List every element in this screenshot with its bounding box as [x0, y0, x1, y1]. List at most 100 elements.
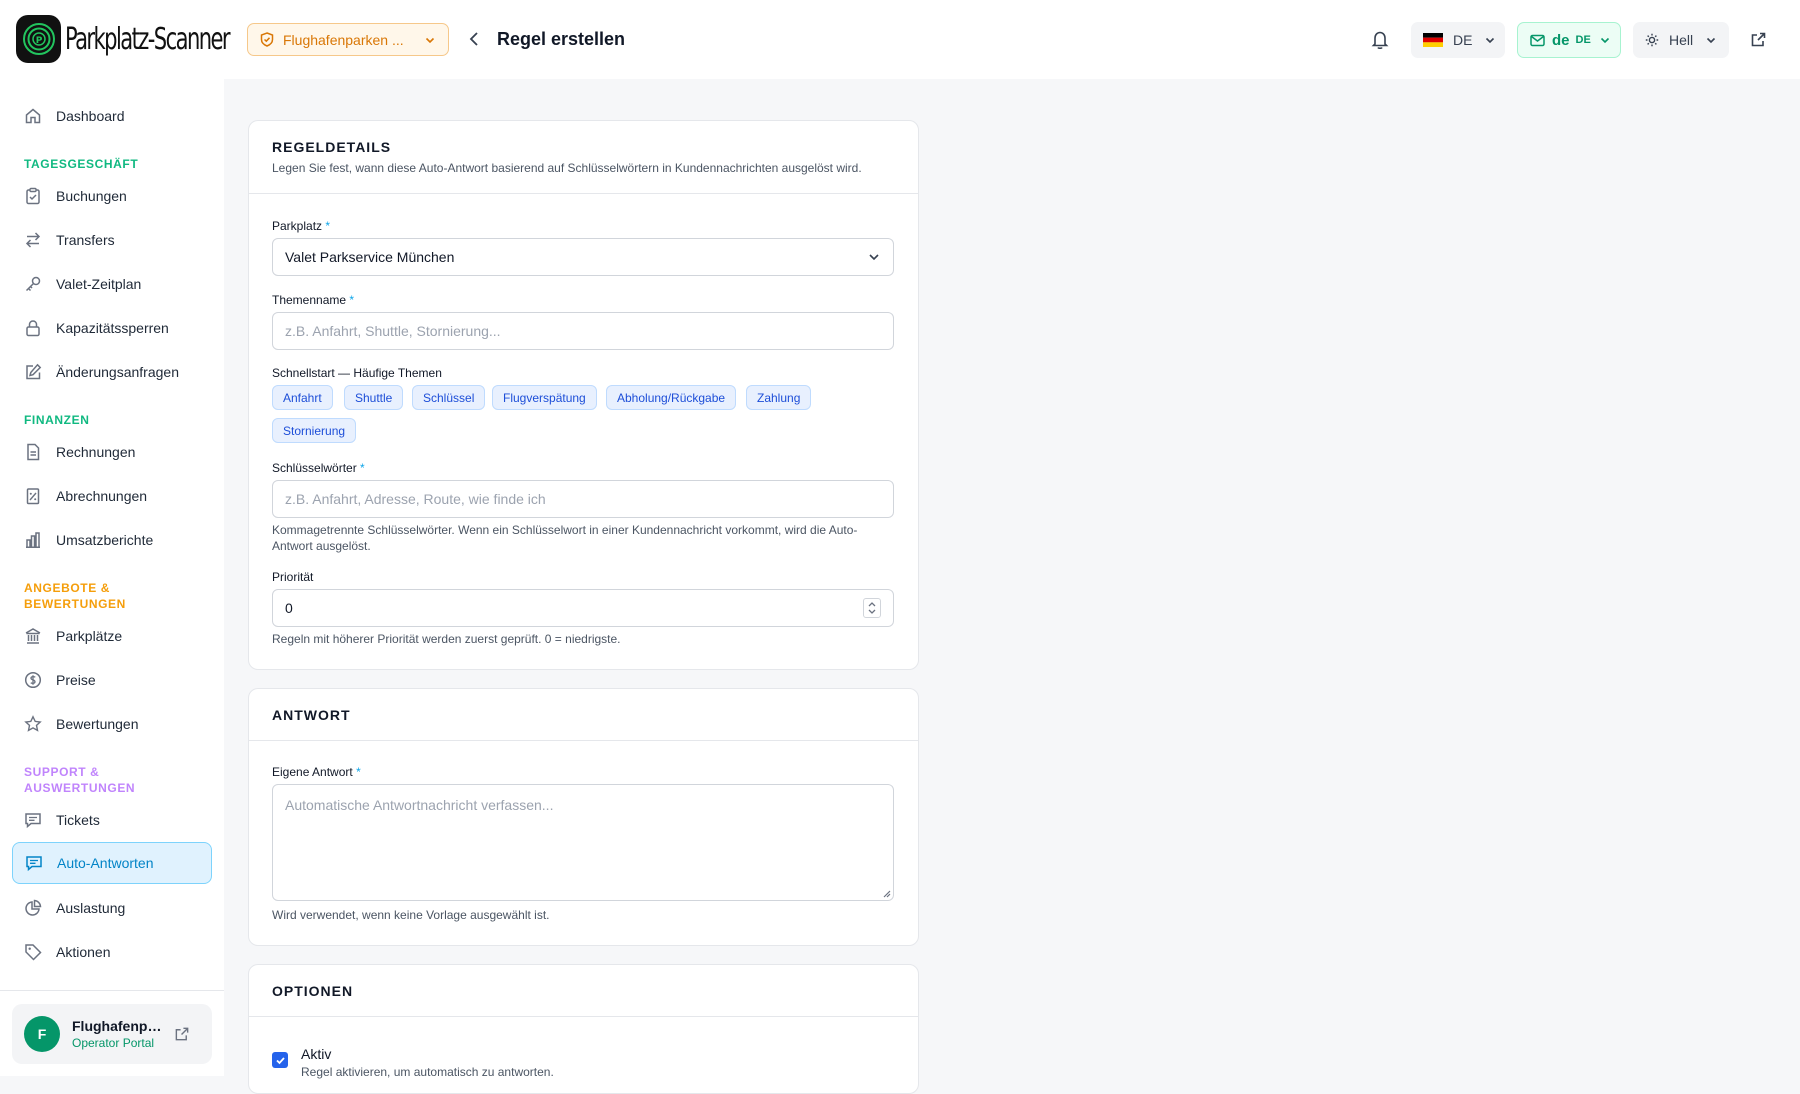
- chat-icon: [25, 854, 43, 872]
- edit-icon: [24, 363, 42, 381]
- topic-placeholder: z.B. Anfahrt, Shuttle, Stornierung...: [285, 323, 501, 339]
- rule-details-title: REGELDETAILS: [272, 139, 392, 155]
- sidebar-item-aktionen[interactable]: Aktionen: [12, 932, 212, 972]
- own-answer-placeholder: Automatische Antwortnachricht verfassen.…: [285, 797, 554, 813]
- language-selector[interactable]: DE: [1411, 22, 1505, 58]
- mail-language-badge: DE: [1575, 34, 1591, 46]
- rule-details-header: REGELDETAILS Legen Sie fest, wann diese …: [249, 121, 918, 194]
- open-external-button[interactable]: [1750, 31, 1767, 48]
- chip-anfahrt[interactable]: Anfahrt: [272, 385, 333, 410]
- external-link-icon: [174, 1026, 190, 1042]
- avatar: F: [24, 1016, 60, 1052]
- svg-text:P: P: [35, 36, 42, 46]
- building-icon: [24, 627, 42, 645]
- chevron-down-icon: [1705, 34, 1717, 46]
- answer-card: ANTWORT Eigene Antwort * Automatische An…: [248, 688, 919, 946]
- section-title-finanzen: FINANZEN: [24, 413, 90, 427]
- sidebar-item-transfers[interactable]: Transfers: [12, 220, 212, 260]
- chevron-left-icon: [466, 30, 482, 48]
- mail-icon: [1530, 34, 1545, 47]
- logo-mark-icon: P: [16, 15, 61, 63]
- language-label: DE: [1453, 32, 1473, 48]
- options-header: OPTIONEN: [249, 965, 918, 1017]
- sidebar-item-bewertungen[interactable]: Bewertungen: [12, 704, 212, 744]
- chevron-down-icon: [424, 34, 436, 46]
- sidebar-item-rechnungen[interactable]: Rechnungen: [12, 432, 212, 472]
- priority-input[interactable]: 0: [272, 589, 894, 627]
- chip-schluessel[interactable]: Schlüssel: [412, 385, 486, 410]
- clipboard-check-icon: [24, 187, 42, 205]
- section-title-angebote: ANGEBOTE & BEWERTUNGEN: [24, 581, 126, 611]
- user-portal-link[interactable]: [174, 1026, 190, 1042]
- location-selector[interactable]: Flughafenparken ...: [247, 23, 449, 56]
- own-answer-help: Wird verwendet, wenn keine Vorlage ausge…: [272, 908, 550, 922]
- back-button[interactable]: [466, 30, 482, 48]
- priority-label: Priorität: [272, 570, 314, 584]
- dollar-circle-icon: [24, 671, 42, 689]
- keywords-input[interactable]: z.B. Anfahrt, Adresse, Route, wie finde …: [272, 480, 894, 518]
- own-answer-textarea[interactable]: Automatische Antwortnachricht verfassen.…: [272, 784, 894, 901]
- topic-label: Themenname *: [272, 293, 355, 307]
- app-logo[interactable]: P Parkplatz-Scanner: [16, 15, 275, 63]
- theme-selector[interactable]: Hell: [1633, 22, 1729, 58]
- logo-text: Parkplatz-Scanner: [65, 21, 231, 57]
- sidebar-item-aenderungsanfragen[interactable]: Änderungsanfragen: [12, 352, 212, 392]
- sidebar-item-abrechnungen[interactable]: Abrechnungen: [12, 476, 212, 516]
- chip-flugverspaetung[interactable]: Flugverspätung: [492, 385, 597, 410]
- chip-stornierung[interactable]: Stornierung: [272, 418, 357, 443]
- parkplatz-label: Parkplatz *: [272, 219, 331, 233]
- bar-chart-icon: [24, 531, 42, 549]
- rule-details-subtitle: Legen Sie fest, wann diese Auto-Antwort …: [272, 161, 862, 175]
- star-icon: [24, 715, 42, 733]
- key-icon: [24, 275, 42, 293]
- lock-icon: [24, 319, 42, 337]
- notifications-button[interactable]: [1370, 29, 1390, 50]
- chip-shuttle[interactable]: Shuttle: [344, 385, 404, 410]
- chip-zahlung[interactable]: Zahlung: [746, 385, 812, 410]
- message-square-icon: [24, 811, 42, 829]
- priority-help: Regeln mit höherer Priorität werden zuer…: [272, 632, 621, 646]
- active-help: Regel aktivieren, um automatisch zu antw…: [301, 1065, 554, 1079]
- external-link-icon: [1750, 31, 1767, 48]
- sun-icon: [1645, 33, 1659, 47]
- sidebar-divider: [0, 990, 224, 991]
- chip-abholung-rueckgabe[interactable]: Abholung/Rückgabe: [606, 385, 737, 410]
- tag-icon: [24, 943, 42, 961]
- sidebar-item-buchungen[interactable]: Buchungen: [12, 176, 212, 216]
- topic-input[interactable]: z.B. Anfahrt, Shuttle, Stornierung...: [272, 312, 894, 350]
- page-title: Regel erstellen: [497, 29, 626, 49]
- home-icon: [24, 107, 42, 125]
- number-spinner-icon[interactable]: [863, 598, 881, 618]
- answer-title: ANTWORT: [272, 707, 351, 723]
- receipt-icon: [24, 487, 42, 505]
- keywords-placeholder: z.B. Anfahrt, Adresse, Route, wie finde …: [285, 491, 546, 507]
- theme-label: Hell: [1669, 32, 1694, 48]
- arrows-left-right-icon: [24, 231, 42, 249]
- active-checkbox[interactable]: [272, 1052, 288, 1068]
- chevron-down-icon: [867, 250, 881, 264]
- sidebar-item-valet-zeitplan[interactable]: Valet-Zeitplan: [12, 264, 212, 304]
- sidebar-item-auslastung[interactable]: Auslastung: [12, 888, 212, 928]
- rule-details-card: REGELDETAILS Legen Sie fest, wann diese …: [248, 120, 919, 670]
- top-bar: P Parkplatz-Scanner Flughafenparken ... …: [0, 0, 1800, 79]
- sidebar-item-kapazitaetssperren[interactable]: Kapazitätssperren: [12, 308, 212, 348]
- mail-language-selector[interactable]: de DE: [1517, 22, 1621, 58]
- resize-handle-icon[interactable]: [882, 889, 891, 898]
- active-label: Aktiv: [301, 1046, 332, 1062]
- section-title-support: SUPPORT & AUSWERTUNGEN: [24, 765, 136, 795]
- sidebar-item-auto-antworten[interactable]: Auto-Antworten: [12, 842, 212, 884]
- user-card[interactable]: F Flughafenpar... Operator Portal: [12, 1004, 212, 1064]
- options-title: OPTIONEN: [272, 983, 354, 999]
- sidebar-item-umsatzberichte[interactable]: Umsatzberichte: [12, 520, 212, 560]
- parkplatz-select[interactable]: Valet Parkservice München: [272, 238, 894, 276]
- check-icon: [275, 1055, 286, 1066]
- mail-language-label: de: [1552, 31, 1570, 49]
- quickstart-label: Schnellstart — Häufige Themen: [272, 366, 442, 380]
- german-flag-icon: [1423, 33, 1443, 47]
- options-card: OPTIONEN Aktiv Regel aktivieren, um auto…: [248, 964, 919, 1094]
- sidebar-item-tickets[interactable]: Tickets: [12, 800, 212, 840]
- sidebar-item-parkplaetze[interactable]: Parkplätze: [12, 616, 212, 656]
- sidebar-item-dashboard[interactable]: Dashboard: [12, 96, 212, 136]
- location-selector-label: Flughafenparken ...: [283, 31, 404, 48]
- sidebar-item-preise[interactable]: Preise: [12, 660, 212, 700]
